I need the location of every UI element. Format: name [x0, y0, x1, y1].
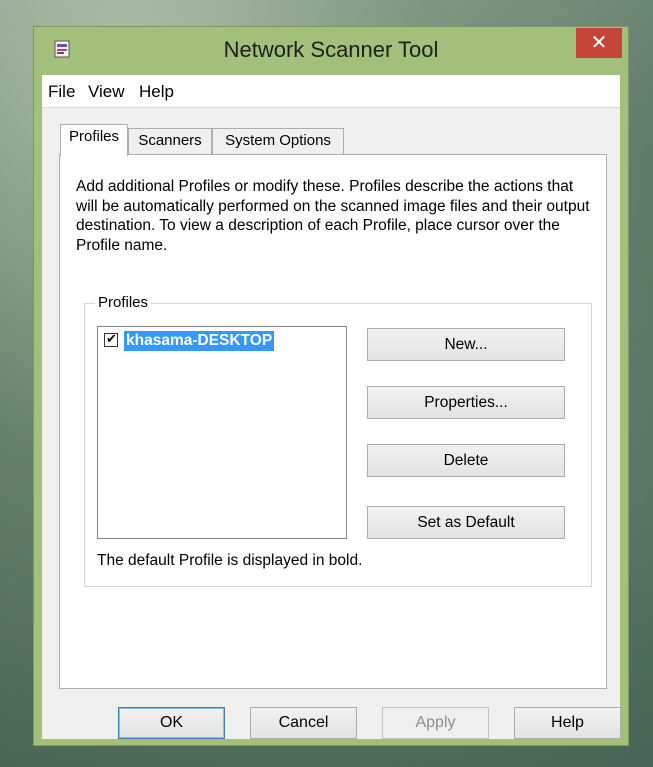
- menu-bar: File View Help: [42, 75, 620, 108]
- profiles-groupbox: Profiles ✔ khasama-DESKTOP New... Proper…: [84, 294, 592, 587]
- tab-profiles[interactable]: Profiles: [60, 124, 128, 156]
- close-icon: ✕: [590, 30, 608, 54]
- profiles-tab-panel: Add additional Profiles or modify these.…: [59, 154, 607, 689]
- profiles-group-label: Profiles: [95, 294, 152, 311]
- apply-button[interactable]: Apply: [382, 707, 489, 739]
- profile-enabled-checkbox[interactable]: ✔: [104, 331, 118, 347]
- menu-file[interactable]: File: [48, 82, 75, 102]
- menu-view[interactable]: View: [88, 82, 125, 102]
- dialog-client-area: File View Help Profiles Scanners System …: [42, 75, 621, 739]
- profiles-description: Add additional Profiles or modify these.…: [76, 178, 590, 254]
- close-button[interactable]: ✕: [576, 28, 622, 58]
- tab-system-options[interactable]: System Options: [212, 128, 344, 154]
- default-profile-note: The default Profile is displayed in bold…: [97, 552, 363, 569]
- delete-button[interactable]: Delete: [367, 444, 565, 477]
- tab-scanners[interactable]: Scanners: [128, 128, 212, 154]
- help-button[interactable]: Help: [514, 707, 621, 739]
- window-title: Network Scanner Tool: [223, 37, 439, 62]
- new-profile-button[interactable]: New...: [367, 328, 565, 361]
- check-icon: ✔: [106, 331, 117, 346]
- profile-name[interactable]: khasama-DESKTOP: [124, 331, 275, 351]
- cancel-button[interactable]: Cancel: [250, 707, 357, 739]
- menu-help[interactable]: Help: [139, 82, 174, 102]
- ok-button[interactable]: OK: [118, 707, 225, 739]
- title-bar[interactable]: Network Scanner Tool ✕: [34, 27, 628, 75]
- dialog-window: Network Scanner Tool ✕ File View Help Pr…: [33, 26, 629, 746]
- profiles-list[interactable]: ✔ khasama-DESKTOP: [97, 326, 347, 539]
- properties-button[interactable]: Properties...: [367, 386, 565, 419]
- set-as-default-button[interactable]: Set as Default: [367, 506, 565, 539]
